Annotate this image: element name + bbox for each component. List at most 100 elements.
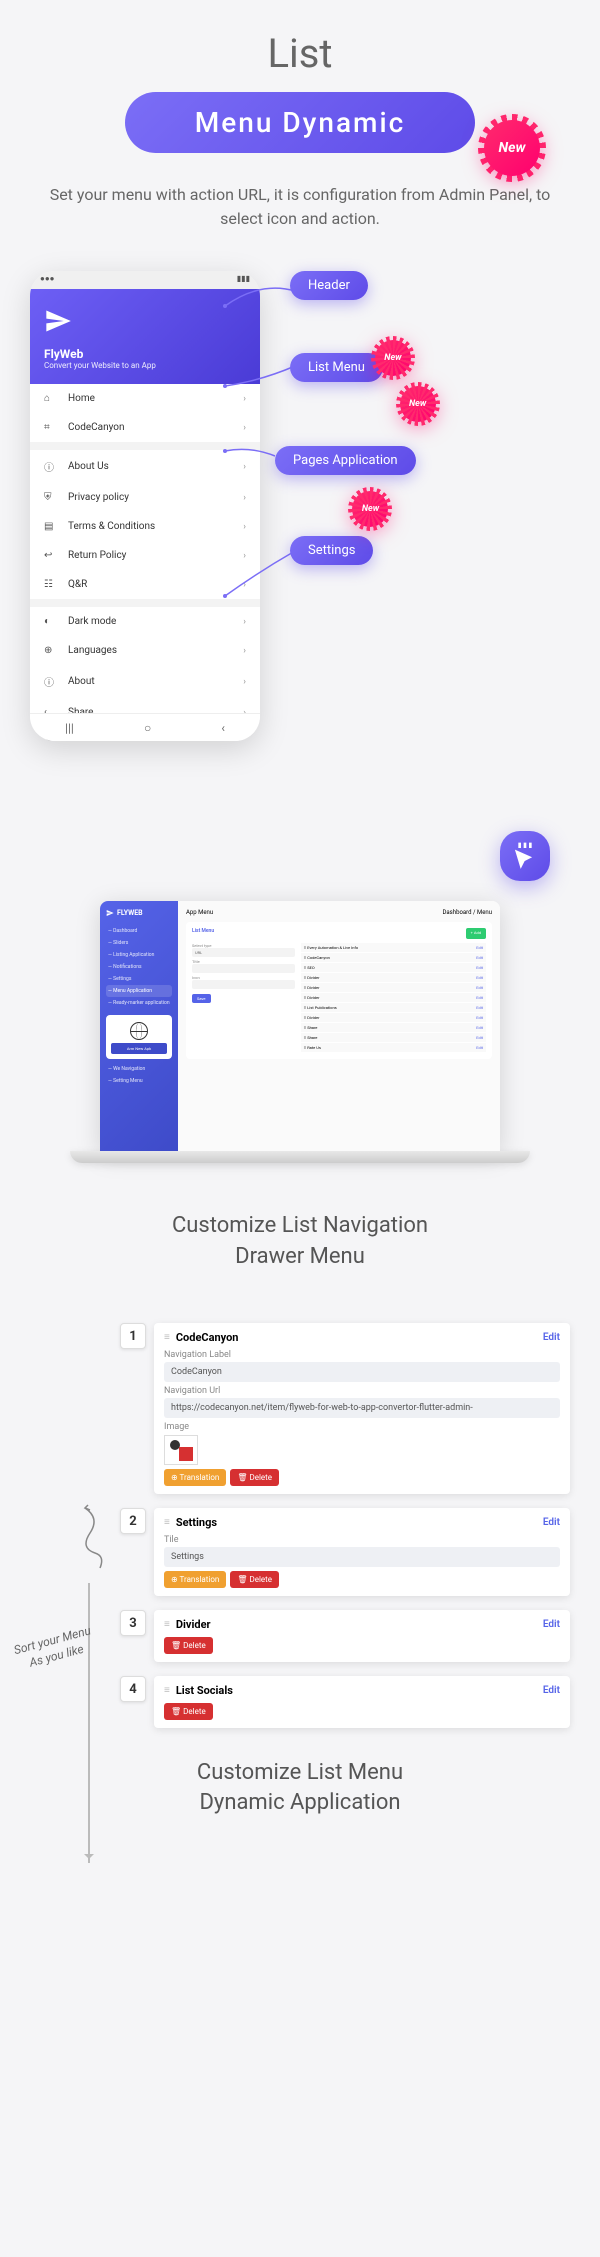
- field-label: Image: [164, 1422, 560, 1432]
- admin-list-row[interactable]: ≡ CodeCanyonEdit: [301, 953, 486, 962]
- menu-label: Terms & Conditions: [68, 521, 155, 532]
- chevron-right-icon: ›: [243, 646, 246, 656]
- field-label: Navigation Label: [164, 1350, 560, 1360]
- edit-link[interactable]: Edit: [543, 1619, 560, 1630]
- admin-list-row[interactable]: ≡ DividerEdit: [301, 1013, 486, 1022]
- menu-label: Languages: [68, 645, 117, 656]
- translation-button[interactable]: ⊕ Translation: [164, 1469, 226, 1486]
- page-title-line1: List: [20, 30, 580, 77]
- arrow-line: [220, 276, 300, 316]
- admin-breadcrumb: Dashboard / Menu: [442, 909, 492, 916]
- phone-nav-bar: |||○‹: [30, 713, 260, 741]
- admin-list-row[interactable]: ≡ Every Automation & Live InfoEdit: [301, 943, 486, 952]
- scan-icon: ⌗: [44, 422, 58, 433]
- step-card: ≡List SocialsEdit🗑 Delete: [154, 1676, 570, 1728]
- menu-step: 4≡List SocialsEdit🗑 Delete: [120, 1676, 570, 1728]
- edit-link[interactable]: Edit: [543, 1517, 560, 1528]
- title-input[interactable]: [192, 964, 295, 973]
- drawer-title: FlyWeb: [44, 347, 246, 361]
- type-select[interactable]: URL: [192, 948, 295, 957]
- admin-sidebar: FLYWEB — Dashboard— Sliders— Listing App…: [100, 901, 178, 1151]
- admin-nav-item[interactable]: — Notifications: [106, 961, 172, 973]
- admin-nav-item[interactable]: — Settings: [106, 973, 172, 985]
- label-settings: Settings: [290, 536, 373, 565]
- swirl-icon: [60, 1503, 110, 1573]
- admin-nav-item[interactable]: — Ready-marker application: [106, 997, 172, 1009]
- admin-list-row[interactable]: ≡ SEOEdit: [301, 963, 486, 972]
- admin-nav-item[interactable]: — We Navigation: [106, 1063, 172, 1075]
- delete-button[interactable]: 🗑 Delete: [230, 1469, 279, 1486]
- menu-label: Q&R: [68, 579, 87, 590]
- home-icon: ⌂: [44, 393, 58, 404]
- menu-step: 3 ≡ DividerEdit 🗑 Delete: [120, 1610, 570, 1662]
- icon-input[interactable]: [192, 980, 295, 989]
- admin-nav-item[interactable]: — Sliders: [106, 937, 172, 949]
- menu-label: Privacy policy: [68, 492, 129, 503]
- menu-label: CodeCanyon: [68, 422, 125, 433]
- image-preview[interactable]: [164, 1435, 198, 1465]
- page-title-pill: Menu Dynamic: [125, 92, 475, 153]
- hero-description: Set your menu with action URL, it is con…: [40, 183, 560, 231]
- delete-button[interactable]: 🗑 Delete: [164, 1703, 213, 1720]
- drag-handle-icon[interactable]: ≡: [164, 1685, 170, 1696]
- field-input[interactable]: https://codecanyon.net/item/flyweb-for-w…: [164, 1398, 560, 1418]
- field-label: Navigation Url: [164, 1386, 560, 1396]
- admin-list-row[interactable]: ≡ DividerEdit: [301, 973, 486, 982]
- step-title: Divider: [176, 1618, 543, 1631]
- admin-list-row[interactable]: ≡ DividerEdit: [301, 983, 486, 992]
- panel-title: List Menu: [192, 928, 214, 934]
- add-button[interactable]: + Add: [466, 928, 486, 939]
- chevron-right-icon: ›: [243, 677, 246, 687]
- caption-2: Customize List MenuDynamic Application: [20, 1758, 580, 1820]
- shield-icon: ⛨: [44, 492, 58, 503]
- step-number: 3: [120, 1610, 146, 1636]
- drag-handle-icon[interactable]: ≡: [164, 1517, 170, 1528]
- step-card: ≡CodeCanyonEditNavigation LabelCodeCanyo…: [154, 1323, 570, 1494]
- admin-list-row[interactable]: ≡ ShareEdit: [301, 1033, 486, 1042]
- dark-icon: ◐: [44, 616, 58, 627]
- chevron-right-icon: ›: [243, 394, 246, 404]
- delete-button[interactable]: 🗑 Delete: [230, 1571, 279, 1588]
- field-input[interactable]: Settings: [164, 1547, 560, 1567]
- admin-nav-item[interactable]: — Setting Menu: [106, 1075, 172, 1087]
- drawer-menu-item[interactable]: ⛨Privacy policy›: [30, 483, 260, 512]
- admin-list-row[interactable]: ≡ ShareEdit: [301, 1023, 486, 1032]
- field-input[interactable]: CodeCanyon: [164, 1362, 560, 1382]
- drag-handle-icon[interactable]: ≡: [164, 1619, 170, 1630]
- drawer-menu-item[interactable]: ◐Dark mode›: [30, 607, 260, 636]
- lang-icon: ⊕: [44, 645, 58, 656]
- translation-button[interactable]: ⊕ Translation: [164, 1571, 226, 1588]
- admin-list-row[interactable]: ≡ DividerEdit: [301, 993, 486, 1002]
- menu-label: About Us: [68, 461, 109, 472]
- admin-main: App MenuDashboard / Menu List Menu+ Add …: [178, 901, 500, 1151]
- menu-step: 2≡SettingsEditTileSettings⊕ Translation🗑…: [120, 1508, 570, 1596]
- arrow-line: [220, 541, 300, 601]
- drawer-menu-item[interactable]: ▤Terms & Conditions›: [30, 512, 260, 541]
- delete-button[interactable]: 🗑 Delete: [164, 1637, 213, 1654]
- admin-nav-item[interactable]: — Menu Application: [106, 985, 172, 997]
- edit-link[interactable]: Edit: [543, 1332, 560, 1343]
- label-header: Header: [290, 271, 368, 300]
- field-label: Tile: [164, 1535, 560, 1545]
- edit-link[interactable]: Edit: [543, 1685, 560, 1696]
- step-card: ≡ DividerEdit 🗑 Delete: [154, 1610, 570, 1662]
- admin-page-title: App Menu: [186, 909, 213, 916]
- about-icon: ⓘ: [44, 674, 58, 689]
- admin-list-row[interactable]: ≡ Rate UsEdit: [301, 1043, 486, 1052]
- admin-list-row[interactable]: ≡ List PublicationsEdit: [301, 1003, 486, 1012]
- drawer-menu-item[interactable]: ⊕ Languages ›: [30, 636, 260, 665]
- qa-icon: ☷: [44, 579, 58, 590]
- admin-apk-button[interactable]: Arm New Apk: [111, 1043, 167, 1054]
- admin-nav-item[interactable]: — Listing Application: [106, 949, 172, 961]
- label-list-menu: List Menu: [290, 353, 383, 382]
- sort-label: Sort your MenuAs you like: [12, 1623, 96, 1674]
- drag-handle-icon[interactable]: ≡: [164, 1332, 170, 1343]
- click-icon: [500, 831, 550, 881]
- drawer-menu-item[interactable]: ⓘAbout›: [30, 665, 260, 698]
- menu-label: Return Policy: [68, 550, 126, 561]
- save-button[interactable]: Save: [192, 994, 211, 1003]
- phone-mockup-section: ●●●▮▮▮ FlyWeb Convert your Website to an…: [20, 271, 580, 771]
- new-badge-small: New: [400, 386, 436, 422]
- admin-nav-item[interactable]: — Dashboard: [106, 925, 172, 937]
- info-icon: ⓘ: [44, 459, 58, 474]
